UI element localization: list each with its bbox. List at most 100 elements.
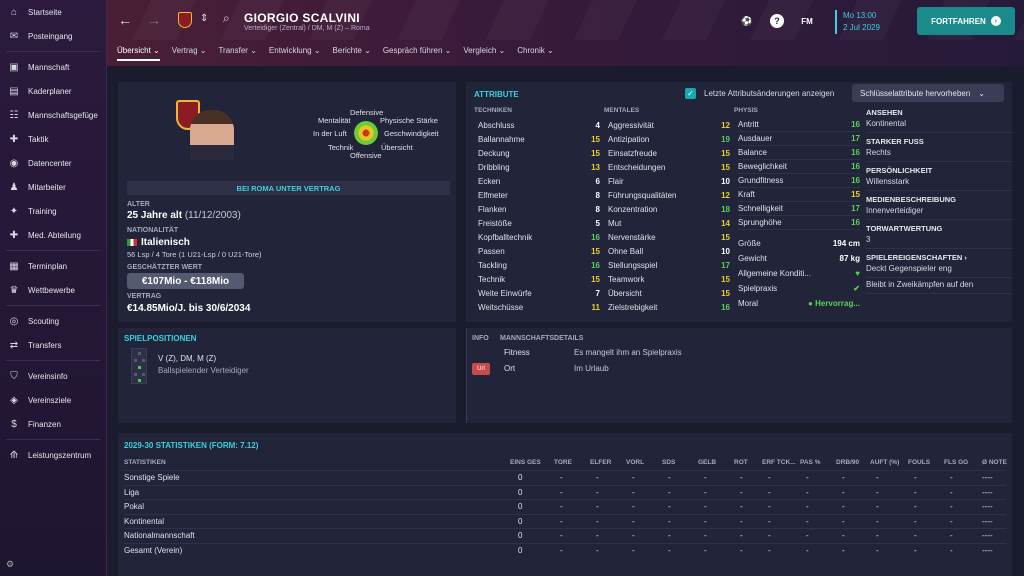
tab-5[interactable]: Gespräch führen ⌄ — [383, 46, 452, 61]
sidebar-item-finanzen[interactable]: $ Finanzen — [0, 412, 106, 436]
tab-info[interactable]: INFO — [472, 335, 489, 342]
attribute-radar[interactable] — [354, 121, 378, 145]
sidebar-item-posteingang[interactable]: ✉ Posteingang — [0, 24, 106, 48]
attribute-row[interactable]: Weitschüsse 11 — [478, 300, 600, 314]
show-changes-checkbox[interactable]: ✓ — [685, 88, 696, 99]
attribute-row[interactable]: Antritt 16 — [738, 118, 860, 132]
attribute-row[interactable]: Antizipation 19 — [608, 132, 730, 146]
attribute-row[interactable]: Kopfballtechnik 16 — [478, 230, 600, 244]
attribute-row[interactable]: Stellungsspiel 17 — [608, 258, 730, 272]
sidebar-item-vereinsinfo[interactable]: ⛉ Vereinsinfo — [0, 364, 106, 388]
attribute-row[interactable]: Freistöße 5 — [478, 216, 600, 230]
stats-row[interactable]: Kontinental 0- - - - - - - - - - - - ---- — [124, 513, 1006, 528]
attribute-row[interactable]: Ohne Ball 10 — [608, 244, 730, 258]
sidebar-item-taktik[interactable]: ✚ Taktik — [0, 127, 106, 151]
tab-4[interactable]: Berichte ⌄ — [333, 46, 371, 61]
sidebar-item-training[interactable]: ✦ Training — [0, 199, 106, 223]
sidebar-item-terminplan[interactable]: ▦ Terminplan — [0, 254, 106, 278]
settings-gear-icon[interactable]: ⚙ — [6, 559, 14, 570]
position-pitch[interactable] — [131, 348, 147, 384]
sidebar-item-kaderplaner[interactable]: ▤ Kaderplaner — [0, 79, 106, 103]
stats-column-header[interactable]: DRB/90 — [836, 459, 859, 466]
detail-heading[interactable]: SPIELEREIGENSCHAFTEN › — [866, 249, 1012, 262]
attribute-row[interactable]: Führungsqualitäten 12 — [608, 188, 730, 202]
attribute-row[interactable]: Ausdauer 17 — [738, 132, 860, 146]
stats-row[interactable]: Nationalmannschaft 0- - - - - - - - - - - - ---- — [124, 528, 1006, 542]
attribute-row[interactable]: Ballannahme 15 — [478, 132, 600, 146]
tab-0[interactable]: Übersicht ⌄ — [117, 46, 160, 61]
attribute-row[interactable]: Dribbling 13 — [478, 160, 600, 174]
attribute-row[interactable]: Schnelligkeit 17 — [738, 202, 860, 216]
attribute-row[interactable]: Weite Einwürfe 7 — [478, 286, 600, 300]
tab-2[interactable]: Transfer ⌄ — [218, 46, 256, 61]
attribute-row[interactable]: Grundfitness 16 — [738, 174, 860, 188]
attribute-row[interactable]: Passen 15 — [478, 244, 600, 258]
highlight-key-attributes-dropdown[interactable]: Schlüsselattribute hervorheben ⌄ — [852, 84, 1004, 102]
back-arrow-icon[interactable]: ← — [118, 12, 132, 28]
sidebar-item-mannschaftsgefüge[interactable]: ☷ Mannschaftsgefüge — [0, 103, 106, 127]
tab-1[interactable]: Vertrag ⌄ — [172, 46, 207, 61]
sidebar-item-vereinsziele[interactable]: ◈ Vereinsziele — [0, 388, 106, 412]
stats-column-header[interactable]: SDS — [662, 459, 675, 466]
sidebar-item-scouting[interactable]: ◎ Scouting — [0, 309, 106, 333]
sidebar-item-datencenter[interactable]: ◉ Datencenter — [0, 151, 106, 175]
search-icon[interactable]: ⌕ — [223, 11, 230, 26]
attribute-row[interactable]: Flair 10 — [608, 174, 730, 188]
club-crest-icon[interactable] — [178, 12, 192, 28]
attribute-row[interactable]: Beweglichkeit 16 — [738, 160, 860, 174]
attribute-row[interactable]: Balance 16 — [738, 146, 860, 160]
stats-column-header[interactable]: EINS GES — [510, 459, 541, 466]
attribute-row[interactable]: Konzentration 18 — [608, 202, 730, 216]
attribute-row[interactable]: Übersicht 15 — [608, 286, 730, 300]
attribute-row[interactable]: Deckung 15 — [478, 146, 600, 160]
sidebar-item-mannschaft[interactable]: ▣ Mannschaft — [0, 55, 106, 79]
attribute-row[interactable]: Mut 14 — [608, 216, 730, 230]
stats-column-header[interactable]: Ø NOTE — [982, 459, 1007, 466]
attribute-row[interactable]: Kraft 15 — [738, 188, 860, 202]
stats-column-header[interactable]: FOULS — [908, 459, 930, 466]
stats-column-header[interactable]: FLS GG — [944, 459, 968, 466]
continue-button[interactable]: FORTFAHREN › — [917, 7, 1015, 35]
forward-arrow-icon[interactable]: → — [147, 12, 161, 28]
tab-7[interactable]: Chronik ⌄ — [517, 46, 554, 61]
estimated-value[interactable]: €107Mio - €118Mio — [127, 273, 244, 289]
stats-column-header[interactable]: ELFER — [590, 459, 611, 466]
attribute-row[interactable]: Ecken 6 — [478, 174, 600, 188]
stats-column-header[interactable]: STATISTIKEN — [124, 459, 166, 466]
stats-column-header[interactable]: GELB — [698, 459, 716, 466]
attribute-row[interactable]: Flanken 8 — [478, 202, 600, 216]
attribute-row[interactable]: Entscheidungen 15 — [608, 160, 730, 174]
updown-chevron-icon[interactable]: ⇕ — [200, 13, 208, 24]
attribute-row[interactable]: Technik 15 — [478, 272, 600, 286]
sidebar-item-wettbewerbe[interactable]: ♛ Wettbewerbe — [0, 278, 106, 302]
attribute-row[interactable]: Nervenstärke 15 — [608, 230, 730, 244]
attribute-row[interactable]: Tackling 16 — [478, 258, 600, 272]
stats-column-header[interactable]: PAS % — [800, 459, 820, 466]
sidebar-item-startseite[interactable]: ⌂ Startseite — [0, 0, 106, 24]
stats-column-header[interactable]: AUFT (%) — [870, 459, 899, 466]
stats-row[interactable]: Pokal 0- - - - - - - - - - - - ---- — [124, 499, 1006, 513]
stats-column-header[interactable]: TORE — [554, 459, 572, 466]
stats-column-header[interactable]: ERF TCK... — [762, 459, 796, 466]
stats-row[interactable]: Liga 0- - - - - - - - - - - - ---- — [124, 484, 1006, 499]
tab-team-details[interactable]: MANNSCHAFTSDETAILS — [500, 335, 583, 342]
social-icon[interactable]: ⚽ — [740, 14, 754, 28]
stats-column-header[interactable]: VORL — [626, 459, 644, 466]
tab-6[interactable]: Vergleich ⌄ — [463, 46, 505, 61]
stats-row[interactable]: Gesamt (Verein) 0- - - - - - - - - - - - ---- — [124, 542, 1006, 557]
attribute-row[interactable]: Zielstrebigkeit 16 — [608, 300, 730, 314]
help-icon[interactable]: ? — [770, 14, 784, 28]
stats-row[interactable]: Sonstige Spiele 0- - - - - - - - - - - - ---- — [124, 470, 1006, 484]
sidebar-item-leistungszentrum[interactable]: ⟰ Leistungszentrum — [0, 443, 106, 467]
fm-menu-icon[interactable]: FM — [800, 14, 814, 28]
tab-3[interactable]: Entwicklung ⌄ — [269, 46, 321, 61]
attribute-row[interactable]: Elfmeter 8 — [478, 188, 600, 202]
sidebar-item-med-abteilung[interactable]: ✚ Med. Abteilung — [0, 223, 106, 247]
sidebar-item-mitarbeiter[interactable]: ♟ Mitarbeiter — [0, 175, 106, 199]
attribute-row[interactable]: Aggressivität 12 — [608, 118, 730, 132]
attribute-row[interactable]: Teamwork 15 — [608, 272, 730, 286]
attribute-row[interactable]: Einsatzfreude 15 — [608, 146, 730, 160]
attribute-row[interactable]: Abschluss 4 — [478, 118, 600, 132]
attribute-row[interactable]: Sprunghöhe 16 — [738, 216, 860, 230]
stats-column-header[interactable]: ROT — [734, 459, 748, 466]
